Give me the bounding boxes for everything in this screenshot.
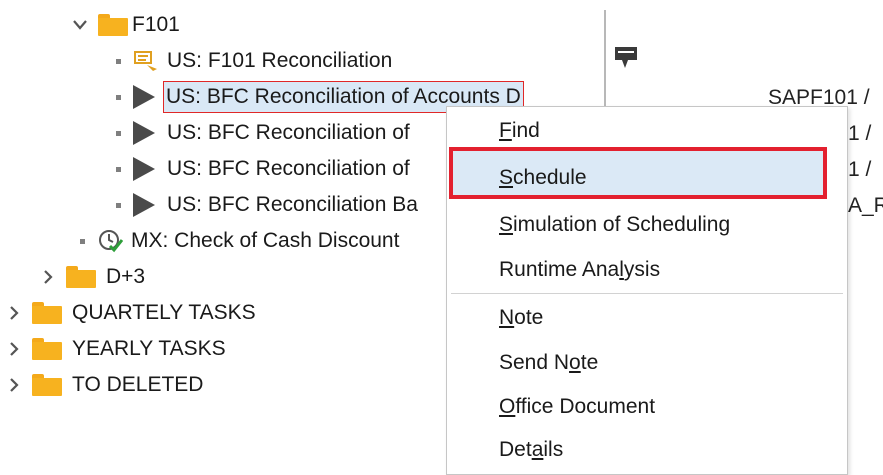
bullet-icon [116,58,121,64]
bullet-icon [116,130,121,136]
tree-folder-d3[interactable]: D+3 [40,259,145,295]
tree-folder-quarterly[interactable]: QUARTELY TASKS [6,295,256,331]
folder-icon [32,338,62,360]
right-panel-text: 1 / [848,122,872,145]
right-panel-text: A_R [848,194,883,217]
tree-item[interactable]: US: F101 Reconciliation [116,43,392,79]
tree-folder-label: D+3 [106,265,146,288]
tree-folder-label: TO DELETED [72,373,204,396]
folder-icon [32,302,62,324]
bullet-icon [80,238,85,244]
menu-item-schedule[interactable]: Schedule [499,160,587,196]
tree-item-label: MX: Check of Cash Discount [131,229,400,252]
menu-item-send-note[interactable]: Send No te [499,345,598,381]
tree-folder-to-deleted[interactable]: TO DELETED [6,367,203,403]
context-menu: Find Schedule Simulation of Scheduling R… [446,106,848,475]
tree-item-label: US: BFC Reconciliation Ba [167,193,418,216]
menu-item-find[interactable]: Find [499,113,540,149]
note-task-icon [133,49,159,73]
open-folder-icon [98,14,128,36]
menu-item-office-document[interactable]: Office Document [499,389,655,425]
bullet-icon [116,94,121,100]
menu-separator [451,293,843,294]
menu-item-simulation-of-scheduling[interactable]: Simulation of Scheduling [499,207,730,243]
chevron-right-icon[interactable] [6,341,22,357]
right-panel-text: 1 / [848,158,872,181]
tree-item[interactable]: US: BFC Reconciliation Ba [116,187,418,223]
chevron-right-icon[interactable] [6,377,22,393]
job-run-icon [133,85,155,109]
job-run-icon [133,121,155,145]
folder-icon [66,266,96,288]
menu-item-runtime-analysis[interactable]: Runtime Ana l ysis [499,252,660,288]
chevron-down-icon[interactable] [72,17,88,33]
bullet-icon [116,202,121,208]
tree-item-mx[interactable]: MX: Check of Cash Discount [80,223,399,259]
tree-item[interactable]: US: BFC Reconciliation of [116,151,410,187]
right-note-icon [614,44,640,78]
clock-check-icon [97,228,123,254]
folder-icon [32,374,62,396]
tree-item-label: US: BFC Reconciliation of [167,157,410,180]
bullet-icon [116,166,121,172]
tree-folder-label: F101 [132,13,180,36]
job-run-icon [133,193,155,217]
tree-item-label: US: BFC Reconciliation of [167,121,410,144]
tree-folder-label: YEARLY TASKS [72,337,226,360]
tree-folder-f101[interactable]: F101 [72,7,180,43]
menu-item-note[interactable]: Note [499,300,543,336]
tree-item[interactable]: US: BFC Reconciliation of [116,115,410,151]
tree-folder-label: QUARTELY TASKS [72,301,256,324]
chevron-right-icon[interactable] [40,269,56,285]
tree-folder-yearly[interactable]: YEARLY TASKS [6,331,226,367]
tree-item-label: US: F101 Reconciliation [167,49,393,72]
chevron-right-icon[interactable] [6,305,22,321]
menu-item-details[interactable]: Det a ils [499,432,563,468]
job-run-icon [133,157,155,181]
